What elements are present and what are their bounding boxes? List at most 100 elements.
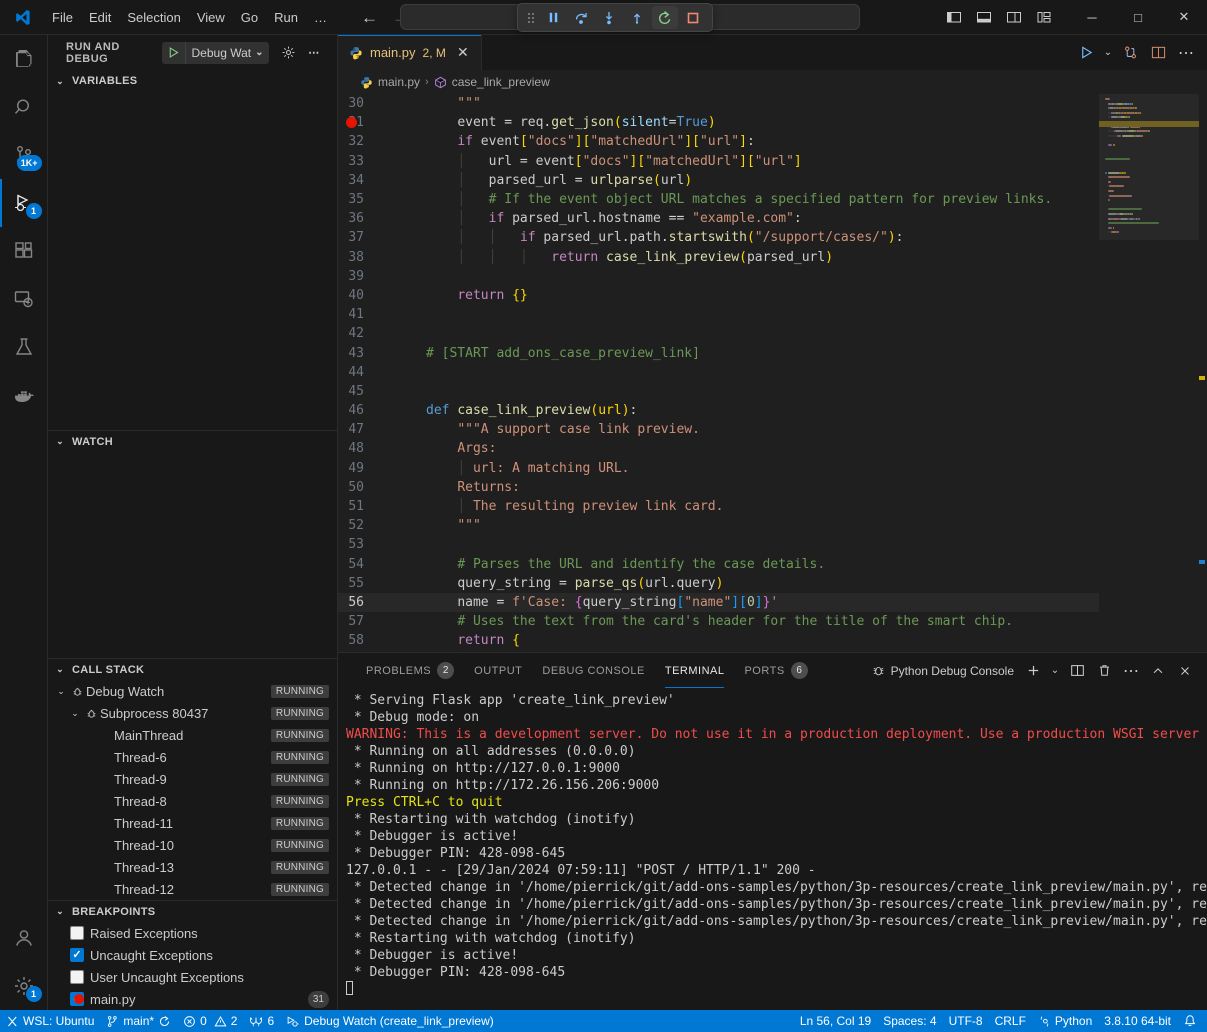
toggle-primary-sidebar-icon[interactable] (939, 2, 969, 32)
maximize-button[interactable]: □ (1115, 0, 1161, 35)
code-line[interactable]: 31 event = req.get_json(silent=True) (338, 113, 1099, 132)
code-line[interactable]: 40 return {} (338, 286, 1099, 305)
split-terminal-icon[interactable] (1065, 659, 1089, 683)
start-debugging-icon[interactable] (162, 46, 185, 59)
customize-layout-icon[interactable] (1029, 2, 1059, 32)
call-stack-row[interactable]: Thread-9RUNNING (48, 768, 337, 790)
maximize-panel-icon[interactable] (1146, 659, 1170, 683)
code-line[interactable]: 42 (338, 324, 1099, 343)
activity-docker[interactable] (0, 371, 48, 419)
code-line[interactable]: 52 """ (338, 516, 1099, 535)
status-branch[interactable]: main* (100, 1010, 177, 1032)
call-stack-row[interactable]: ⌄Subprocess 80437RUNNING (48, 702, 337, 724)
code-line[interactable]: 36 │ if parsed_url.hostname == "example.… (338, 209, 1099, 228)
code-line[interactable]: 57 # Uses the text from the card's heade… (338, 612, 1099, 631)
call-stack-row[interactable]: MainThreadRUNNING (48, 724, 337, 746)
code-line[interactable]: 35 │ # If the event object URL matches a… (338, 190, 1099, 209)
pause-icon[interactable] (540, 6, 566, 29)
drag-handle-icon[interactable] (524, 11, 538, 25)
call-stack-row[interactable]: Thread-13RUNNING (48, 856, 337, 878)
activity-source-control[interactable]: 1K+ (0, 131, 48, 179)
activity-testing[interactable] (0, 323, 48, 371)
code-line[interactable]: 37 │ │ if parsed_url.path.startswith("/s… (338, 228, 1099, 247)
code-line[interactable]: 46def case_link_preview(url): (338, 401, 1099, 420)
more-actions-icon[interactable]: ⋯ (303, 42, 325, 64)
chevron-down-icon[interactable]: ⌄ (253, 47, 269, 58)
breadcrumb-file[interactable]: main.py (378, 75, 420, 89)
breadcrumb-symbol[interactable]: case_link_preview (452, 75, 550, 89)
new-terminal-icon[interactable] (1021, 659, 1045, 683)
activity-extensions[interactable] (0, 227, 48, 275)
breakpoint-checkbox[interactable] (70, 970, 84, 984)
notifications-bell-icon[interactable] (1177, 1010, 1203, 1032)
gear-icon[interactable] (277, 42, 299, 64)
section-call-stack[interactable]: ⌄ CALL STACK (48, 658, 337, 680)
status-debug-session[interactable]: Debug Watch (create_link_preview) (280, 1010, 500, 1032)
status-problems[interactable]: 0 2 (177, 1010, 243, 1032)
terminal-prompt-line[interactable] (346, 981, 1207, 998)
editor-scrollbar[interactable] (1197, 94, 1207, 652)
menu-run[interactable]: Run (266, 7, 306, 28)
code-line[interactable]: 30 """ (338, 94, 1099, 113)
chevron-down-icon[interactable]: ⌄ (68, 708, 82, 719)
code-line[interactable]: 49 │ url: A matching URL. (338, 459, 1099, 478)
code-line[interactable]: 34 │ parsed_url = urlparse(url) (338, 171, 1099, 190)
code-line[interactable]: 45 (338, 382, 1099, 401)
breakpoint-row[interactable]: User Uncaught Exceptions (48, 966, 337, 988)
code-line[interactable]: 47 """A support case link preview. (338, 420, 1099, 439)
activity-run-and-debug[interactable]: 1 (0, 179, 48, 227)
panel-tab-debug-console[interactable]: DEBUG CONSOLE (532, 653, 654, 688)
call-stack-row[interactable]: Thread-10RUNNING (48, 834, 337, 856)
code-line[interactable]: 50 Returns: (338, 478, 1099, 497)
code-line[interactable]: 56 name = f'Case: {query_string["name"][… (338, 593, 1099, 612)
menu-view[interactable]: View (189, 7, 233, 28)
call-stack-row[interactable]: Thread-8RUNNING (48, 790, 337, 812)
menu-file[interactable]: File (44, 7, 81, 28)
minimap-slider[interactable] (1099, 94, 1199, 240)
activity-manage-settings[interactable]: 1 (0, 962, 48, 1010)
status-indentation[interactable]: Spaces: 4 (877, 1010, 942, 1032)
code-editor[interactable]: 30 """31 event = req.get_json(silent=Tru… (338, 94, 1207, 652)
call-stack-row[interactable]: Thread-11RUNNING (48, 812, 337, 834)
code-line[interactable]: 48 Args: (338, 439, 1099, 458)
breakpoint-checkbox[interactable] (70, 926, 84, 940)
code-line[interactable]: 54 # Parses the URL and identify the cas… (338, 555, 1099, 574)
code-line[interactable]: 33 │ url = event["docs"]["matchedUrl"]["… (338, 152, 1099, 171)
status-encoding[interactable]: UTF-8 (943, 1010, 989, 1032)
section-breakpoints[interactable]: ⌄ BREAKPOINTS (48, 900, 337, 922)
minimap[interactable] (1099, 94, 1207, 652)
code-line[interactable]: 43# [START add_ons_case_preview_link] (338, 343, 1099, 362)
code-line[interactable]: 38 │ │ │ return case_link_preview(parsed… (338, 248, 1099, 267)
launch-configuration-selector[interactable]: Debug Wat ⌄ (162, 42, 269, 64)
menu-go[interactable]: Go (233, 7, 266, 28)
code-line[interactable]: 32 if event["docs"]["matchedUrl"]["url"]… (338, 132, 1099, 151)
code-line[interactable]: 59 │ "action": { (338, 650, 1099, 652)
breakpoint-row[interactable]: Raised Exceptions (48, 922, 337, 944)
breakpoint-row[interactable]: main.py31 (48, 988, 337, 1010)
toggle-secondary-sidebar-icon[interactable] (999, 2, 1029, 32)
more-actions-icon[interactable]: ⋯ (1173, 40, 1199, 66)
chevron-down-icon[interactable]: ⌄ (54, 686, 68, 697)
close-icon[interactable]: ✕ (455, 44, 471, 61)
breakpoint-row[interactable]: Uncaught Exceptions (48, 944, 337, 966)
code-line[interactable]: 39 (338, 267, 1099, 286)
status-remote[interactable]: WSL: Ubuntu (0, 1010, 100, 1032)
menu-selection[interactable]: Selection (119, 7, 188, 28)
step-out-icon[interactable] (624, 6, 650, 29)
code-line[interactable]: 58 return { (338, 631, 1099, 650)
section-variables[interactable]: ⌄ VARIABLES (48, 70, 337, 92)
breakpoint-checkbox[interactable] (70, 948, 84, 962)
panel-tab-ports[interactable]: PORTS6 (734, 653, 817, 688)
code-line[interactable]: 44 (338, 363, 1099, 382)
minimize-button[interactable]: ─ (1069, 0, 1115, 35)
code-line[interactable]: 51 │ The resulting preview link card. (338, 497, 1099, 516)
panel-tab-output[interactable]: OUTPUT (464, 653, 532, 688)
source-control-compare-icon[interactable] (1117, 40, 1143, 66)
close-button[interactable]: ✕ (1161, 0, 1207, 35)
step-over-icon[interactable] (568, 6, 594, 29)
restart-icon[interactable] (652, 6, 678, 29)
activity-search[interactable] (0, 83, 48, 131)
status-language-mode[interactable]: Python (1032, 1010, 1098, 1032)
menu-edit[interactable]: Edit (81, 7, 119, 28)
call-stack-row[interactable]: Thread-12RUNNING (48, 878, 337, 900)
